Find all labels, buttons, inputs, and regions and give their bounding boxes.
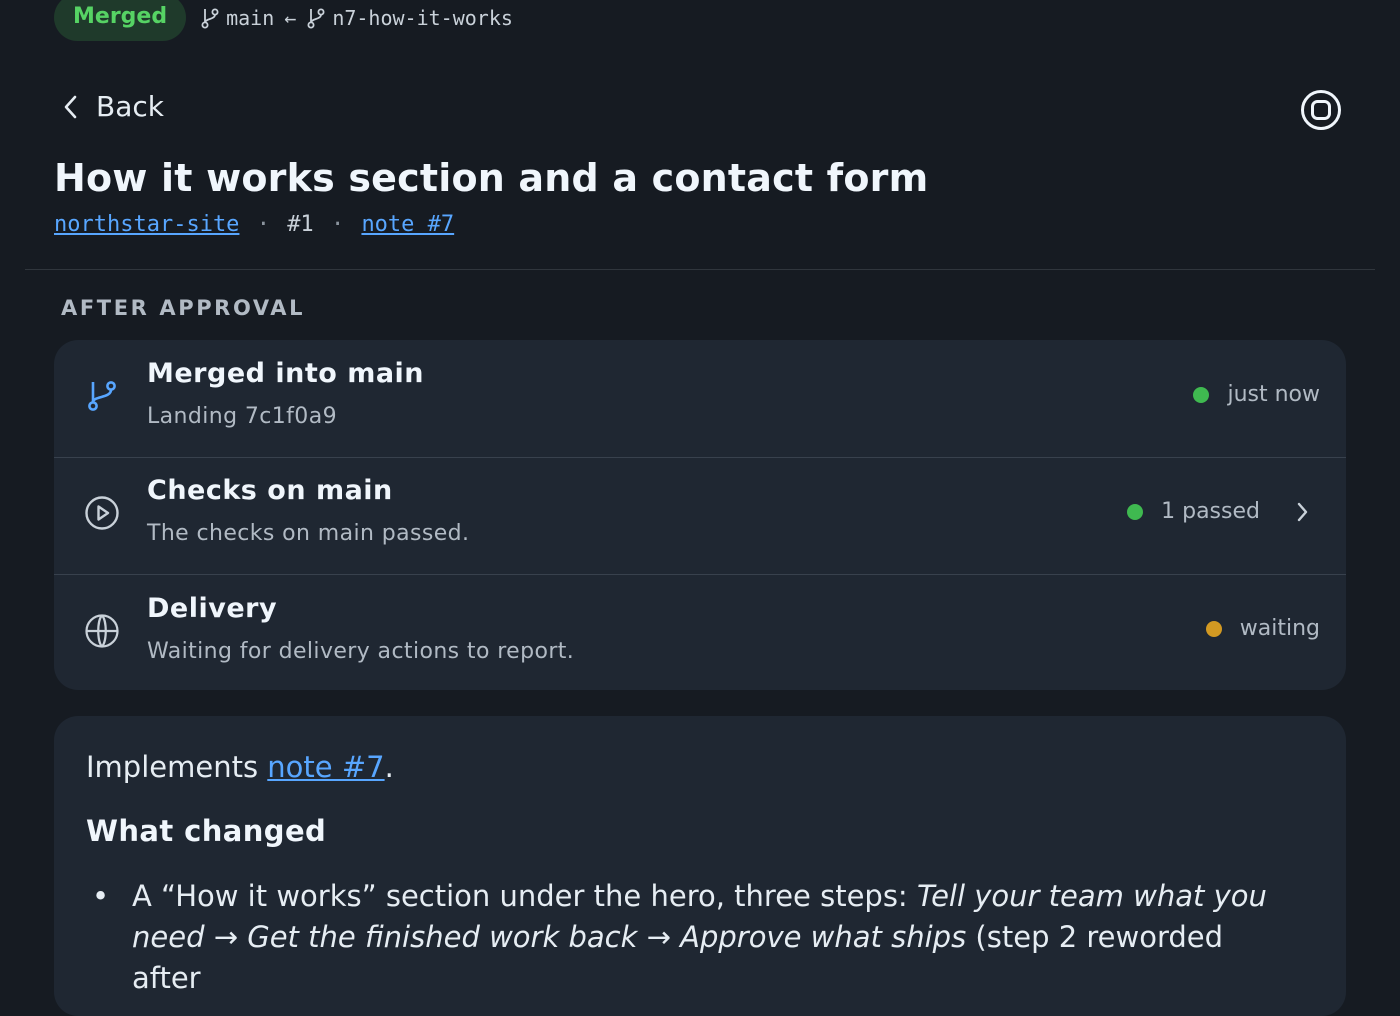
- chevron-left-icon: [64, 95, 77, 118]
- row-subtitle: Landing 7c1f0a9: [147, 404, 337, 429]
- delivery-row: Delivery Waiting for delivery actions to…: [54, 575, 1346, 690]
- git-branch-icon: [307, 8, 325, 28]
- head-branch: n7-how-it-works: [306, 6, 513, 30]
- status-dot: [1193, 386, 1210, 403]
- merge-direction-arrow: ←: [284, 5, 297, 30]
- merge-branch-icon: [88, 381, 116, 411]
- checks-row[interactable]: Checks on main The checks on main passed…: [54, 457, 1346, 575]
- description-card: Implements note #7. What changed • A “Ho…: [54, 716, 1346, 1016]
- description-intro: Implements note #7.: [86, 750, 394, 784]
- merged-status-badge: Merged: [54, 0, 187, 41]
- intro-text: Implements: [86, 750, 268, 784]
- status-dot: [1205, 620, 1222, 637]
- play-circle-icon: [85, 496, 119, 530]
- bullet-marker: •: [92, 879, 110, 913]
- row-title: Checks on main: [147, 475, 393, 506]
- section-label-after-approval: AFTER APPROVAL: [61, 296, 306, 320]
- merged-row: Merged into main Landing 7c1f0a9 just no…: [54, 340, 1346, 458]
- list-item-text: A “How it works” section under the hero,…: [132, 876, 1286, 999]
- status-text: 1 passed: [1161, 499, 1260, 524]
- section-heading: What changed: [86, 814, 327, 848]
- note-link[interactable]: note #7: [267, 750, 384, 784]
- status-indicator: just now: [1193, 382, 1320, 407]
- meta-separator: ·: [256, 212, 270, 237]
- row-subtitle: The checks on main passed.: [147, 521, 470, 546]
- row-subtitle: Waiting for delivery actions to report.: [147, 639, 575, 664]
- row-title: Delivery: [147, 593, 278, 624]
- page-title: How it works section and a contact form: [54, 156, 929, 200]
- list-item: • A “How it works” section under the her…: [86, 876, 1286, 999]
- note-link[interactable]: note #7: [361, 212, 454, 237]
- meta-separator: ·: [330, 212, 345, 237]
- text-segment: A “How it works” section under the hero,…: [132, 879, 917, 913]
- base-branch-name: main: [226, 5, 275, 30]
- status-text: waiting: [1239, 616, 1320, 641]
- head-branch-name: n7-how-it-works: [332, 5, 513, 30]
- arrow-text: →: [637, 920, 681, 954]
- repo-link[interactable]: northstar-site: [54, 212, 239, 237]
- status-indicator: 1 passed: [1127, 499, 1310, 524]
- status-dot: [1127, 503, 1144, 520]
- base-branch: main: [200, 6, 274, 30]
- chevron-right-icon[interactable]: [1294, 501, 1310, 523]
- intro-period: .: [384, 750, 394, 784]
- status-text: just now: [1227, 382, 1320, 407]
- arrow-text: →: [204, 920, 248, 954]
- row-title: Merged into main: [147, 358, 425, 389]
- globe-icon: [85, 614, 119, 648]
- pr-meta: northstar-site · #1 · note #7: [54, 212, 454, 237]
- status-indicator: waiting: [1205, 616, 1320, 641]
- back-button[interactable]: Back: [60, 90, 164, 123]
- pr-status-bar: Merged main ← n7-how-it-works: [54, 0, 513, 41]
- git-branch-icon: [201, 8, 219, 28]
- after-approval-card: Merged into main Landing 7c1f0a9 just no…: [54, 340, 1346, 690]
- step-text: Approve what ships: [680, 920, 967, 954]
- change-list: • A “How it works” section under the her…: [86, 876, 1286, 999]
- header-divider: [25, 269, 1375, 270]
- pr-number: #1: [287, 212, 314, 237]
- branch-info: main ← n7-how-it-works: [200, 6, 513, 30]
- step-text: Get the finished work back: [247, 920, 638, 954]
- stop-circle-icon[interactable]: [1300, 89, 1342, 131]
- back-label: Back: [96, 90, 164, 123]
